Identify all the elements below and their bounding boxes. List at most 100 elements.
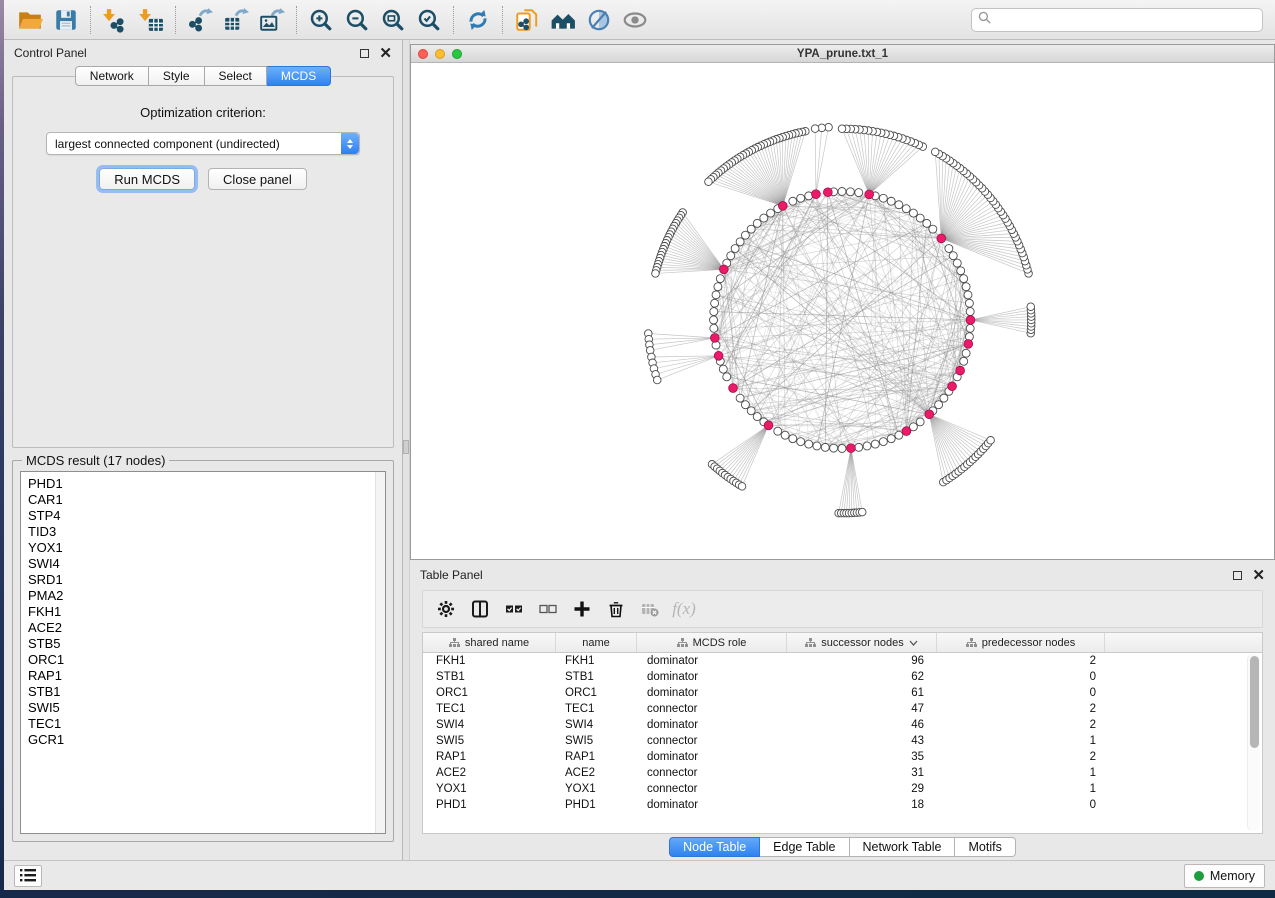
tab-motifs[interactable]: Motifs: [955, 837, 1015, 857]
search-box[interactable]: [971, 8, 1263, 32]
table-scrollbar[interactable]: [1247, 654, 1260, 831]
splitter-handle[interactable]: [403, 440, 409, 454]
table-row[interactable]: ACE2ACE2connector311: [423, 765, 1262, 781]
table-row[interactable]: PHD1PHD1dominator180: [423, 797, 1262, 813]
table-row[interactable]: YOX1YOX1connector291: [423, 781, 1262, 797]
list-item[interactable]: SWI5: [28, 700, 375, 716]
float-table-panel-icon[interactable]: [1233, 571, 1242, 580]
mcds-result-list[interactable]: PHD1CAR1STP4TID3YOX1SWI4SRD1PMA2FKH1ACE2…: [20, 471, 386, 834]
column-header-MCDS-role[interactable]: MCDS role: [637, 633, 787, 652]
column-header-successor-nodes[interactable]: successor nodes: [787, 633, 937, 652]
table-row[interactable]: FKH1FKH1dominator962: [423, 653, 1262, 669]
table-scrollbar-thumb[interactable]: [1250, 656, 1259, 748]
add-row-icon[interactable]: [567, 595, 597, 623]
hide-graphics-icon[interactable]: [581, 4, 617, 36]
export-network-icon[interactable]: [182, 4, 218, 36]
list-item[interactable]: PHD1: [28, 476, 375, 492]
list-item[interactable]: SWI4: [28, 556, 375, 572]
tab-edge-table[interactable]: Edge Table: [760, 837, 849, 857]
main-toolbar: [4, 0, 1275, 40]
tab-mcds[interactable]: MCDS: [267, 66, 331, 86]
run-mcds-button[interactable]: Run MCDS: [99, 168, 195, 190]
list-item[interactable]: STB1: [28, 684, 375, 700]
open-file-icon[interactable]: [12, 4, 48, 36]
table-cell: dominator: [637, 719, 787, 731]
criterion-select[interactable]: largest connected component (undirected): [46, 132, 360, 155]
network-overview-icon[interactable]: [545, 4, 581, 36]
list-item[interactable]: SRD1: [28, 572, 375, 588]
list-item[interactable]: PMA2: [28, 588, 375, 604]
table-cell: 35: [787, 751, 937, 763]
table-row[interactable]: SWI4SWI4dominator462: [423, 717, 1262, 733]
table-cell: dominator: [637, 671, 787, 683]
export-table-icon[interactable]: [218, 4, 254, 36]
select-all-icon[interactable]: [499, 595, 529, 623]
toolbar-separator: [90, 6, 91, 34]
import-network-icon[interactable]: [97, 4, 133, 36]
table-row[interactable]: STB1STB1dominator620: [423, 669, 1262, 685]
tab-network[interactable]: Network: [75, 66, 149, 86]
zoom-selected-icon[interactable]: [411, 4, 447, 36]
network-canvas[interactable]: [411, 63, 1274, 559]
task-history-button[interactable]: [14, 865, 42, 887]
list-item[interactable]: ACE2: [28, 620, 375, 636]
table-cell: 43: [787, 735, 937, 747]
function-builder-icon: f(x): [669, 595, 699, 623]
table-cell: 2: [937, 751, 1105, 763]
close-panel-icon[interactable]: ✕: [379, 49, 392, 58]
refresh-icon[interactable]: [460, 4, 496, 36]
table-row[interactable]: ORC1ORC1dominator610: [423, 685, 1262, 701]
table-cell: dominator: [637, 687, 787, 699]
select-stepper-icon[interactable]: [341, 133, 359, 154]
close-table-panel-icon[interactable]: ✕: [1252, 571, 1265, 580]
network-graph[interactable]: [411, 63, 1274, 559]
list-item[interactable]: FKH1: [28, 604, 375, 620]
column-header-name[interactable]: name: [556, 633, 637, 652]
import-table-icon[interactable]: [133, 4, 169, 36]
tab-network-table[interactable]: Network Table: [850, 837, 956, 857]
zoom-fit-icon[interactable]: [375, 4, 411, 36]
list-item[interactable]: GCR1: [28, 732, 375, 748]
zoom-out-icon[interactable]: [339, 4, 375, 36]
memory-button[interactable]: Memory: [1184, 864, 1265, 888]
tab-style[interactable]: Style: [149, 66, 205, 86]
network-window-titlebar[interactable]: YPA_prune.txt_1: [411, 45, 1274, 63]
export-image-icon[interactable]: [254, 4, 290, 36]
delete-row-icon[interactable]: [601, 595, 631, 623]
table-cell: STB1: [423, 671, 556, 683]
duplicate-network-icon[interactable]: [509, 4, 545, 36]
show-graphics-icon[interactable]: [617, 4, 653, 36]
table-row[interactable]: TEC1TEC1connector472: [423, 701, 1262, 717]
tab-select[interactable]: Select: [205, 66, 267, 86]
save-session-icon[interactable]: [48, 4, 84, 36]
list-item[interactable]: STB5: [28, 636, 375, 652]
column-header-predecessor-nodes[interactable]: predecessor nodes: [937, 633, 1105, 652]
table-cell: dominator: [637, 655, 787, 667]
close-panel-button[interactable]: Close panel: [208, 168, 307, 190]
panel-splitter[interactable]: [402, 40, 410, 860]
result-list-scrollbar[interactable]: [375, 472, 385, 833]
table-row[interactable]: RAP1RAP1dominator352: [423, 749, 1262, 765]
table-cell: 31: [787, 767, 937, 779]
float-panel-icon[interactable]: [360, 49, 369, 58]
table-cell: YOX1: [423, 783, 556, 795]
table-cell: 2: [937, 719, 1105, 731]
table-settings-icon[interactable]: [431, 595, 461, 623]
list-item[interactable]: TID3: [28, 524, 375, 540]
list-item[interactable]: STP4: [28, 508, 375, 524]
list-item[interactable]: YOX1: [28, 540, 375, 556]
table-row[interactable]: SWI5SWI5connector431: [423, 733, 1262, 749]
list-item[interactable]: CAR1: [28, 492, 375, 508]
list-item[interactable]: RAP1: [28, 668, 375, 684]
columns-icon[interactable]: [465, 595, 495, 623]
deselect-all-icon[interactable]: [533, 595, 563, 623]
tab-node-table[interactable]: Node Table: [669, 837, 760, 857]
table-cell: ACE2: [423, 767, 556, 779]
table-cell: YOX1: [556, 783, 637, 795]
list-item[interactable]: ORC1: [28, 652, 375, 668]
list-item[interactable]: TEC1: [28, 716, 375, 732]
column-header-shared-name[interactable]: shared name: [423, 633, 556, 652]
zoom-in-icon[interactable]: [303, 4, 339, 36]
search-input[interactable]: [996, 13, 1256, 27]
table-cell: 62: [787, 671, 937, 683]
